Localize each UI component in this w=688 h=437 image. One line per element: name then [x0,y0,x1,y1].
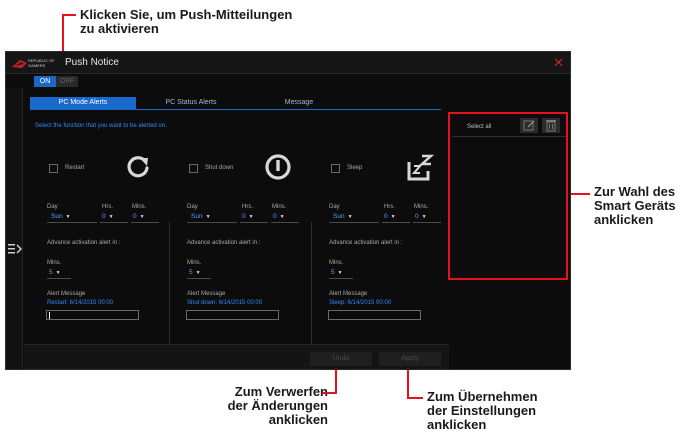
hrs-label: Hrs. [384,204,395,210]
function-label: Shut down [205,165,234,171]
alert-column-restart: Restart Day Hrs. Mins. Sun ▼ 0 ▼ 0 ▼ Advanc… [45,140,185,340]
adv-mins-underline [187,278,211,279]
brand-text: REPUBLIC OF GAMERS [28,58,55,68]
mins-underline [271,222,299,223]
mins-label: Mins. [272,204,287,210]
day-label: Day [187,204,198,210]
toggle-off[interactable]: OFF [56,76,78,87]
callout-line [62,14,76,16]
adv-mins-label: Mins. [187,260,202,266]
mins-select[interactable]: 0 ▼ [133,213,145,220]
day-select[interactable]: Sun ▼ [333,213,353,220]
sleep-checkbox[interactable] [331,164,340,173]
mins-label: Mins. [132,204,147,210]
callout-smart-device: Zur Wahl des Smart Geräts anklicken [594,184,676,227]
adv-mins-underline [329,278,353,279]
alerts-panel: Select the function that you want to be … [27,112,446,369]
side-menu-strip [6,88,23,369]
tab-bar: PC Mode Alerts PC Status Alerts Message [30,97,441,109]
callout-line [322,392,337,394]
mins-underline [131,222,159,223]
advance-label: Advance activation alert in : [187,240,261,246]
callout-line [568,193,590,195]
alert-message-value: Sleep: 6/14/2015 00:00 [329,300,392,306]
adv-mins-label: Mins. [329,260,344,266]
tab-underline [30,109,441,110]
mins-label: Mins. [414,204,429,210]
day-label: Day [47,204,58,210]
push-notice-window: REPUBLIC OF GAMERS Push Notice ✕ ON OFF … [5,51,571,370]
alert-message-input[interactable] [186,310,279,320]
hrs-underline [240,222,268,223]
window-title: Push Notice [65,57,119,68]
callout-push-toggle: Klicken Sie, um Push-Mitteilungen zu akt… [80,7,293,36]
close-icon[interactable]: ✕ [553,55,564,71]
callout-line [407,366,409,398]
day-underline [187,222,237,223]
title-bar: REPUBLIC OF GAMERS Push Notice ✕ [6,52,570,74]
mins-select[interactable]: 0 ▼ [415,213,427,220]
panel-divider [452,136,566,137]
alert-column-sleep: Sleep Day Hrs. Mins. Sun ▼ 0 ▼ 0 ▼ Advance … [327,140,467,340]
function-label: Sleep [347,165,363,171]
adv-mins-label: Mins. [47,260,62,266]
callout-line [335,366,337,394]
day-label: Day [329,204,340,210]
edit-icon[interactable] [520,118,538,133]
function-label: Restart [65,165,85,171]
callout-undo: Zum Verwerfen der Änderungen anklicken [227,384,328,427]
alert-column-shutdown: Shut down Day Hrs. Mins. Sun ▼ 0 ▼ 0 ▼ Adva… [185,140,325,340]
menu-expand-icon[interactable] [8,242,23,258]
restart-icon [127,156,149,178]
adv-mins-select[interactable]: 5 ▼ [331,269,343,276]
alert-message-value: Shut down: 6/14/2015 00:00 [187,300,263,306]
instruction-text: Select the function that you want to be … [35,123,167,129]
tab-pc-mode-alerts[interactable]: PC Mode Alerts [30,97,136,109]
hrs-select[interactable]: 0 ▼ [102,213,114,220]
adv-mins-select[interactable]: 5 ▼ [49,269,61,276]
hrs-select[interactable]: 0 ▼ [242,213,254,220]
delete-icon[interactable] [542,118,560,133]
alert-message-label: Alert Message [47,291,86,297]
day-select[interactable]: Sun ▼ [191,213,211,220]
hrs-select[interactable]: 0 ▼ [384,213,396,220]
hrs-label: Hrs. [242,204,253,210]
hrs-label: Hrs. [102,204,113,210]
select-all-label[interactable]: Select all [467,124,491,130]
alert-message-value: Restart: 6/14/2015 00:00 [47,300,114,306]
day-select[interactable]: Sun ▼ [51,213,71,220]
restart-checkbox[interactable] [49,164,58,173]
tab-pc-status-alerts[interactable]: PC Status Alerts [138,97,244,109]
mins-underline [413,222,441,223]
alert-message-input[interactable] [46,310,139,320]
day-underline [329,222,379,223]
undo-button[interactable]: Undo [310,352,372,366]
advance-label: Advance activation alert in : [329,240,403,246]
sleep-icon [407,154,435,181]
mins-select[interactable]: 0 ▼ [273,213,285,220]
day-underline [47,222,97,223]
smart-device-panel[interactable]: Select all [448,112,568,280]
toggle-on[interactable]: ON [34,76,56,87]
adv-mins-underline [47,278,71,279]
power-icon [265,154,291,180]
apply-button[interactable]: Apply [379,352,441,366]
callout-apply: Zum Übernehmen der Einstellungen anklick… [427,389,538,432]
push-toggle[interactable]: ON OFF [34,76,78,87]
adv-mins-select[interactable]: 5 ▼ [189,269,201,276]
hrs-underline [100,222,128,223]
advance-label: Advance activation alert in : [47,240,121,246]
hrs-underline [382,222,410,223]
alert-message-label: Alert Message [329,291,368,297]
footer-bar: Undo Apply [24,344,449,369]
tab-message[interactable]: Message [246,97,352,109]
callout-line [407,397,423,399]
alert-message-label: Alert Message [187,291,226,297]
alert-message-input[interactable] [328,310,421,320]
shutdown-checkbox[interactable] [189,164,198,173]
